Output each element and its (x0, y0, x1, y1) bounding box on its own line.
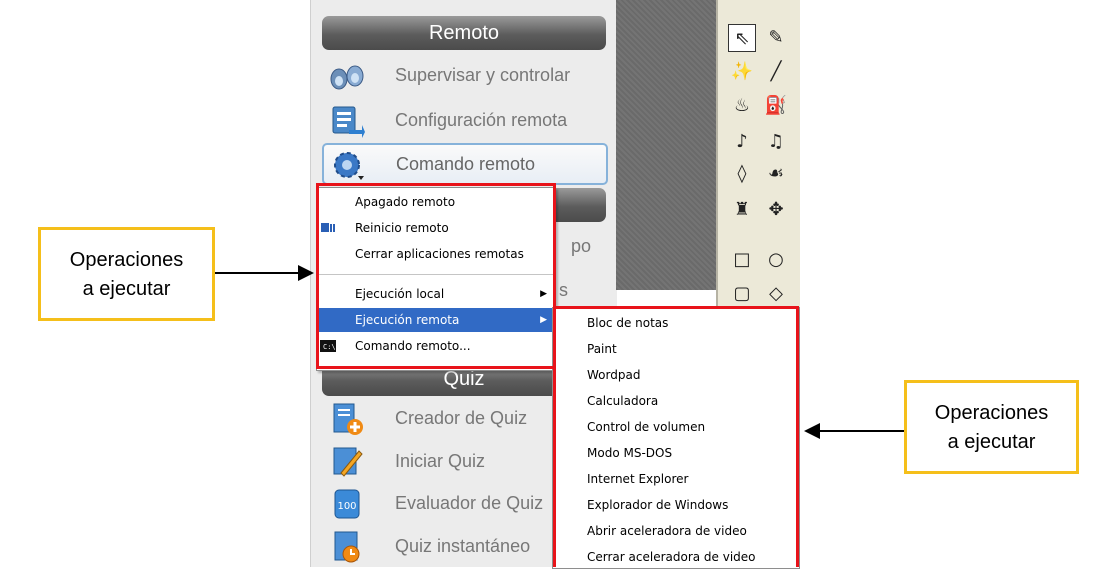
binoculars-icon (330, 65, 364, 90)
eyedropper-icon[interactable]: ✎ (762, 24, 790, 52)
arrowhead-right-icon (298, 265, 314, 281)
quiz-evaluator-icon: 100 (334, 489, 360, 519)
partial-item-text-2: s (559, 280, 568, 300)
brush-plus-icon[interactable]: ♫ (762, 128, 790, 156)
start-quiz-icon (333, 447, 363, 477)
stamp-icon[interactable]: ♜ (728, 196, 756, 224)
start-quiz-label: Iniciar Quiz (395, 451, 486, 471)
callout-left-line1: Operaciones (69, 249, 184, 271)
arrow-line-left (215, 272, 303, 274)
line-icon[interactable]: ╱ (762, 58, 790, 86)
callout-left: Operaciones a ejecutar (38, 227, 215, 321)
ellipse-icon[interactable]: ○ (762, 246, 790, 274)
drop-icon[interactable]: ◊ (728, 160, 756, 188)
quiz-creator-icon (333, 403, 363, 435)
gear-command-icon (334, 152, 364, 180)
rectangle-icon[interactable]: □ (728, 246, 756, 274)
instant-quiz-label: Quiz instantáneo (395, 536, 531, 556)
smudge-icon[interactable]: ☙ (762, 160, 790, 188)
gray-canvas-area (616, 0, 716, 290)
quiz-evaluator-label: Evaluador de Quiz (395, 493, 544, 513)
fill-bucket-icon[interactable]: ♨ (728, 92, 756, 120)
brush-icon[interactable]: ♪ (728, 128, 756, 156)
annotation-box-submenu (553, 306, 799, 567)
callout-right: Operaciones a ejecutar (904, 380, 1079, 474)
rounded-rect-icon[interactable]: ▢ (728, 280, 756, 308)
annotation-box-context-menu (316, 183, 556, 369)
remote-command-item[interactable]: Comando remoto (322, 143, 608, 185)
remote-config-label: Configuración remota (395, 110, 568, 130)
remote-config-item[interactable]: Configuración remota (323, 101, 605, 141)
remote-section-header[interactable]: Remoto (322, 16, 606, 50)
tool-palette: ⇖ ✎ ✨ ╱ ♨ ⛽ ♪ ♫ ◊ ☙ ♜ ✥ □ ○ ▢ ◇ (716, 0, 800, 310)
select-arrow-icon[interactable]: ⇖ (728, 24, 756, 52)
remote-command-label: Comando remoto (396, 154, 536, 174)
arrow-line-right (816, 430, 904, 432)
move-icon[interactable]: ✥ (762, 196, 790, 224)
arrowhead-left-icon (804, 423, 820, 439)
diamond-icon[interactable]: ◇ (762, 280, 790, 308)
callout-right-line2: a ejecutar (947, 431, 1036, 453)
callout-right-line1: Operaciones (934, 402, 1049, 424)
instant-quiz-icon (334, 531, 360, 563)
remote-config-icon (332, 106, 365, 138)
callout-left-line2: a ejecutar (82, 278, 171, 300)
supervise-control-label: Supervisar y controlar (395, 65, 571, 85)
supervise-control-item[interactable]: Supervisar y controlar (323, 56, 605, 96)
partial-item-text-1: po (571, 236, 592, 256)
svg-text:100: 100 (337, 501, 356, 512)
quiz-creator-label: Creador de Quiz (395, 408, 528, 428)
spray-icon[interactable]: ⛽ (762, 92, 790, 120)
magic-wand-icon[interactable]: ✨ (728, 58, 756, 86)
